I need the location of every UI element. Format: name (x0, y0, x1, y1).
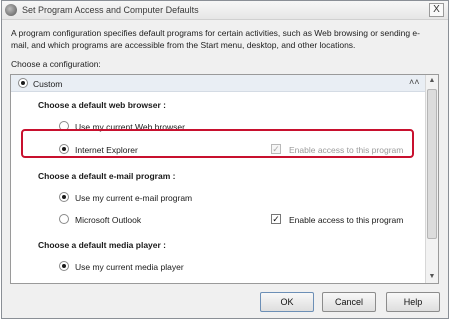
email-enable-access-label[interactable]: Enable access to this program (289, 215, 403, 225)
custom-configuration-row[interactable]: Custom ˄˄ (11, 75, 427, 92)
media-current-label[interactable]: Use my current media player (75, 262, 184, 272)
media-section-heading: Choose a default media player : (38, 240, 167, 250)
scroll-thumb[interactable] (427, 89, 437, 239)
browser-section-heading: Choose a default web browser : (38, 100, 166, 110)
scroll-down-icon[interactable]: ▼ (426, 271, 438, 283)
app-icon (5, 4, 17, 16)
custom-label: Custom (33, 79, 63, 89)
vertical-scrollbar[interactable]: ▲ ▼ (425, 75, 438, 283)
cancel-button[interactable]: Cancel (322, 292, 376, 312)
scroll-up-icon[interactable]: ▲ (426, 75, 438, 87)
media-current-radio[interactable] (59, 261, 69, 271)
custom-radio[interactable] (18, 78, 28, 88)
outlook-radio[interactable] (59, 214, 69, 224)
email-current-label[interactable]: Use my current e-mail program (75, 193, 192, 203)
window-title: Set Program Access and Computer Defaults (22, 5, 199, 15)
dialog-window: Set Program Access and Computer Defaults… (1, 0, 449, 319)
title-bar[interactable]: Set Program Access and Computer Defaults… (2, 1, 448, 20)
email-section-heading: Choose a default e-mail program : (38, 171, 176, 181)
configuration-list[interactable]: Custom ˄˄ Choose a default web browser :… (10, 74, 439, 284)
highlight-box (21, 129, 414, 158)
email-current-radio[interactable] (59, 192, 69, 202)
double-chevron-up-icon[interactable]: ˄˄ (409, 77, 420, 87)
close-button[interactable]: X (429, 3, 444, 17)
ok-button[interactable]: OK (260, 292, 314, 312)
description-text: A program configuration specifies defaul… (11, 28, 420, 50)
outlook-label[interactable]: Microsoft Outlook (75, 215, 141, 225)
help-button[interactable]: Help (386, 292, 440, 312)
choose-configuration-label: Choose a configuration: (11, 59, 101, 69)
email-enable-access-checkbox[interactable]: ✓ (271, 214, 281, 224)
